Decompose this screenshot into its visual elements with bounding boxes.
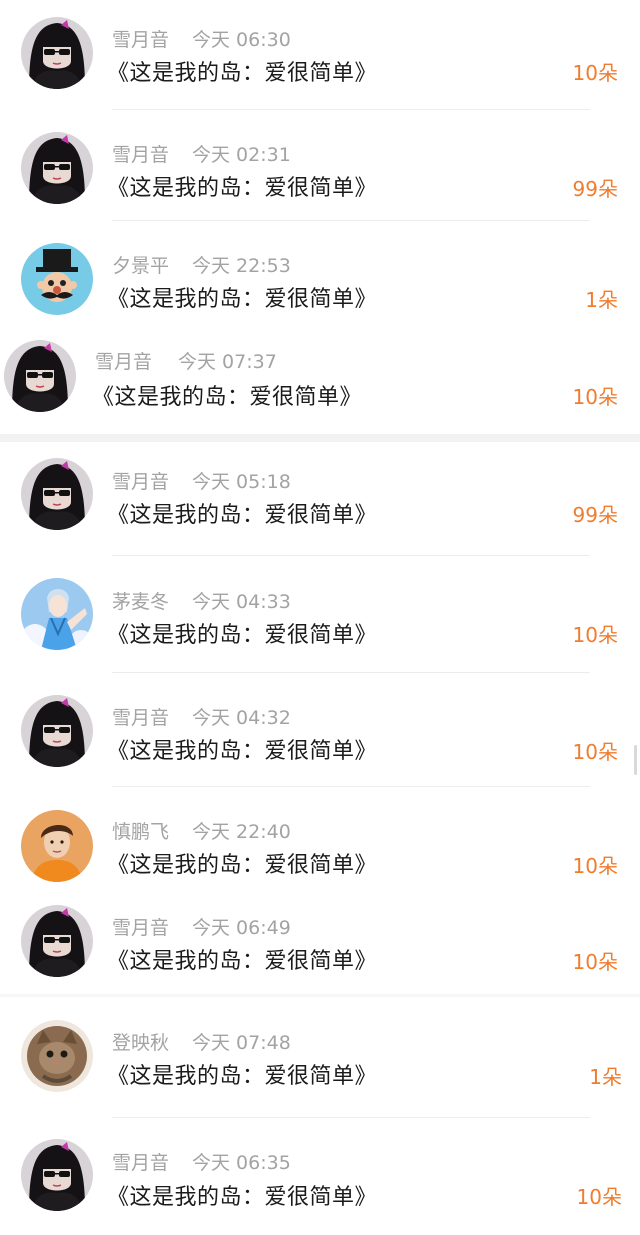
- sender-name[interactable]: 雪月音: [112, 25, 169, 52]
- avatar[interactable]: [21, 905, 93, 977]
- timestamp: 今天 04:33: [192, 591, 291, 613]
- timestamp: 今天 22:40: [192, 821, 291, 843]
- section-gap: [0, 994, 640, 997]
- timestamp: 今天 22:53: [192, 255, 291, 277]
- avatar[interactable]: [21, 17, 93, 89]
- gift-amount: 10朵: [572, 385, 618, 409]
- gift-amount: 10朵: [572, 623, 618, 647]
- timestamp: 今天 02:31: [192, 144, 291, 166]
- row-divider: [112, 109, 590, 110]
- work-title[interactable]: 《这是我的岛：爱很简单》: [107, 1179, 377, 1211]
- work-title[interactable]: 《这是我的岛：爱很简单》: [107, 733, 377, 765]
- gift-amount: 10朵: [572, 61, 618, 85]
- gift-amount: 1朵: [589, 1065, 622, 1089]
- work-title[interactable]: 《这是我的岛：爱很简单》: [107, 281, 377, 313]
- avatar[interactable]: [21, 578, 93, 650]
- sender-name[interactable]: 雪月音: [95, 347, 152, 374]
- timestamp: 今天 06:35: [192, 1152, 291, 1174]
- sender-name[interactable]: 雪月音: [112, 1148, 169, 1175]
- row-divider: [112, 1117, 590, 1118]
- sender-name[interactable]: 雪月音: [112, 703, 169, 730]
- avatar[interactable]: [21, 243, 93, 315]
- work-title[interactable]: 《这是我的岛：爱很简单》: [107, 497, 377, 529]
- timestamp: 今天 06:30: [192, 29, 291, 51]
- gift-amount: 10朵: [576, 1185, 622, 1209]
- timestamp: 今天 05:18: [192, 471, 291, 493]
- avatar[interactable]: [21, 458, 93, 530]
- work-title[interactable]: 《这是我的岛：爱很简单》: [107, 943, 377, 975]
- work-title[interactable]: 《这是我的岛：爱很简单》: [107, 617, 377, 649]
- work-title[interactable]: 《这是我的岛：爱很简单》: [107, 847, 377, 879]
- sender-name[interactable]: 雪月音: [112, 913, 169, 940]
- gift-amount: 10朵: [572, 740, 618, 764]
- gift-amount: 1朵: [585, 288, 618, 312]
- gift-amount: 10朵: [572, 950, 618, 974]
- row-divider: [112, 555, 590, 556]
- work-title[interactable]: 《这是我的岛：爱很简单》: [107, 170, 377, 202]
- avatar[interactable]: [4, 340, 76, 412]
- avatar[interactable]: [21, 810, 93, 882]
- timestamp: 今天 06:49: [192, 917, 291, 939]
- scrollbar[interactable]: [634, 745, 637, 775]
- timestamp: 今天 04:32: [192, 707, 291, 729]
- row-divider: [112, 672, 590, 673]
- work-title[interactable]: 《这是我的岛：爱很简单》: [107, 1058, 377, 1090]
- timestamp: 今天 07:48: [192, 1032, 291, 1054]
- sender-name[interactable]: 雪月音: [112, 140, 169, 167]
- sender-name[interactable]: 慎鹏飞: [112, 817, 169, 844]
- gift-amount: 99朵: [572, 503, 618, 527]
- sender-name[interactable]: 登映秋: [112, 1028, 169, 1055]
- avatar[interactable]: [21, 1020, 93, 1092]
- sender-name[interactable]: 雪月音: [112, 467, 169, 494]
- avatar[interactable]: [21, 695, 93, 767]
- sender-name[interactable]: 夕景平: [112, 251, 169, 278]
- avatar[interactable]: [21, 132, 93, 204]
- section-gap: [0, 434, 640, 442]
- row-divider: [112, 220, 590, 221]
- timestamp: 今天 07:37: [178, 351, 277, 373]
- work-title[interactable]: 《这是我的岛：爱很简单》: [92, 379, 362, 411]
- avatar[interactable]: [21, 1139, 93, 1211]
- sender-name[interactable]: 茅麦冬: [112, 587, 169, 614]
- gift-amount: 10朵: [572, 854, 618, 878]
- work-title[interactable]: 《这是我的岛：爱很简单》: [107, 55, 377, 87]
- gift-amount: 99朵: [572, 177, 618, 201]
- row-divider: [112, 786, 590, 787]
